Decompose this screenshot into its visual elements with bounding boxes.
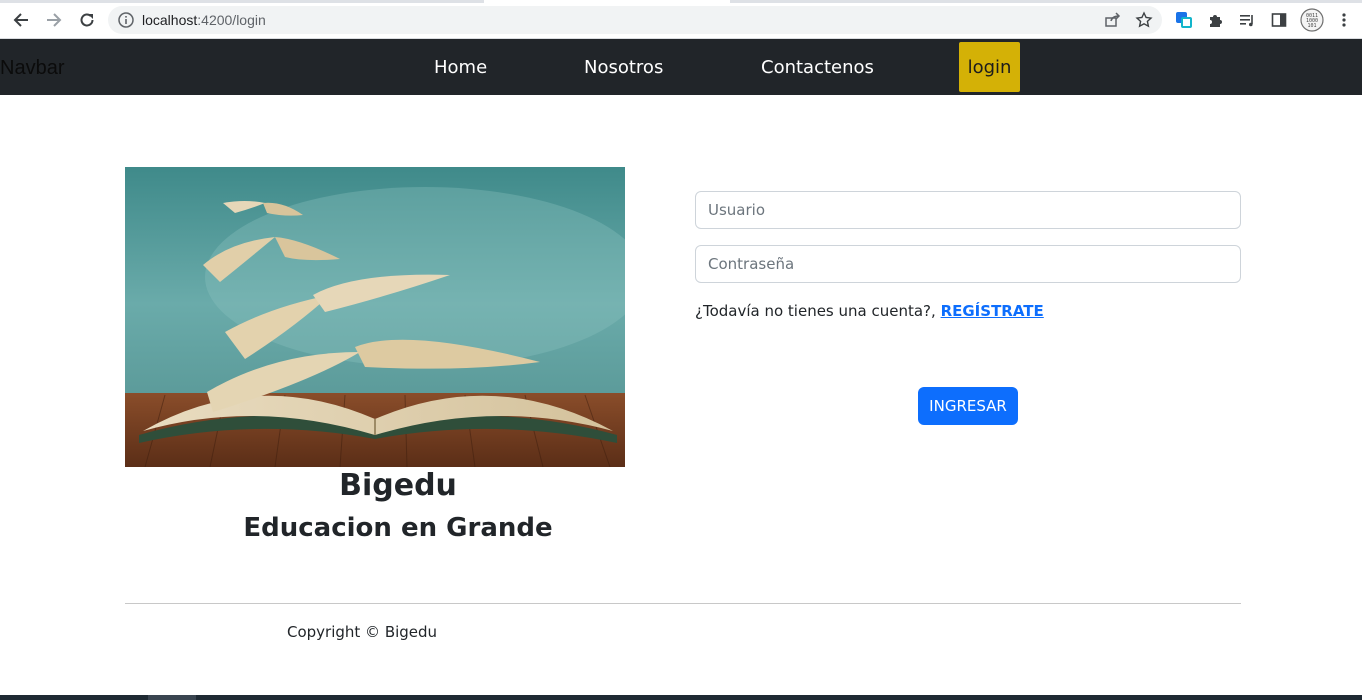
back-icon[interactable]	[10, 9, 32, 31]
username-input[interactable]	[695, 191, 1241, 229]
media-list-icon[interactable]	[1237, 10, 1257, 30]
url-path: :4200/login	[197, 12, 266, 28]
binary-extension-icon[interactable]: 0011 1000 101	[1300, 8, 1324, 32]
address-bar[interactable]: localhost:4200/login	[108, 6, 1162, 34]
info-icon[interactable]	[117, 11, 135, 29]
star-icon[interactable]	[1134, 10, 1154, 30]
url-host: localhost	[142, 12, 198, 28]
browser-chrome: localhost:4200/login 0011 1000 101	[0, 0, 1362, 39]
nav-link-contactenos[interactable]: Contactenos	[761, 57, 874, 78]
active-tab[interactable]	[484, 0, 730, 3]
taskbar-strip	[0, 695, 1362, 700]
nav-link-nosotros[interactable]: Nosotros	[584, 57, 663, 78]
share-icon[interactable]	[1102, 10, 1122, 30]
footer-divider	[125, 603, 1241, 604]
kebab-menu-icon[interactable]	[1334, 10, 1354, 30]
svg-text:101: 101	[1307, 23, 1316, 29]
login-submit-button[interactable]: INGRESAR	[918, 387, 1018, 425]
reload-icon[interactable]	[76, 9, 98, 31]
puzzle-icon[interactable]	[1206, 10, 1226, 30]
nav-link-login[interactable]: login	[959, 42, 1020, 92]
signup-prompt: ¿Todavía no tienes una cuenta?, REGÍSTRA…	[695, 302, 1044, 320]
side-panel-icon[interactable]	[1269, 10, 1289, 30]
hero-image	[125, 167, 625, 467]
signup-prompt-text: ¿Todavía no tienes una cuenta?,	[695, 302, 936, 320]
taskbar-item[interactable]	[148, 695, 196, 700]
copyright-text: Copyright © Bigedu	[287, 623, 438, 641]
password-input[interactable]	[695, 245, 1241, 283]
extension-translate-icon[interactable]	[1174, 10, 1194, 30]
url-text: localhost:4200/login	[142, 12, 266, 28]
navbar: Navbar Home Nosotros Contactenos login	[0, 39, 1362, 95]
nav-link-home[interactable]: Home	[434, 57, 487, 78]
site-subtitle: Educacion en Grande	[243, 513, 553, 543]
navbar-brand[interactable]: Navbar	[0, 57, 64, 80]
register-link[interactable]: REGÍSTRATE	[941, 302, 1044, 320]
forward-icon[interactable]	[43, 9, 65, 31]
tab-strip	[0, 0, 1362, 3]
site-title: Bigedu	[339, 468, 457, 503]
